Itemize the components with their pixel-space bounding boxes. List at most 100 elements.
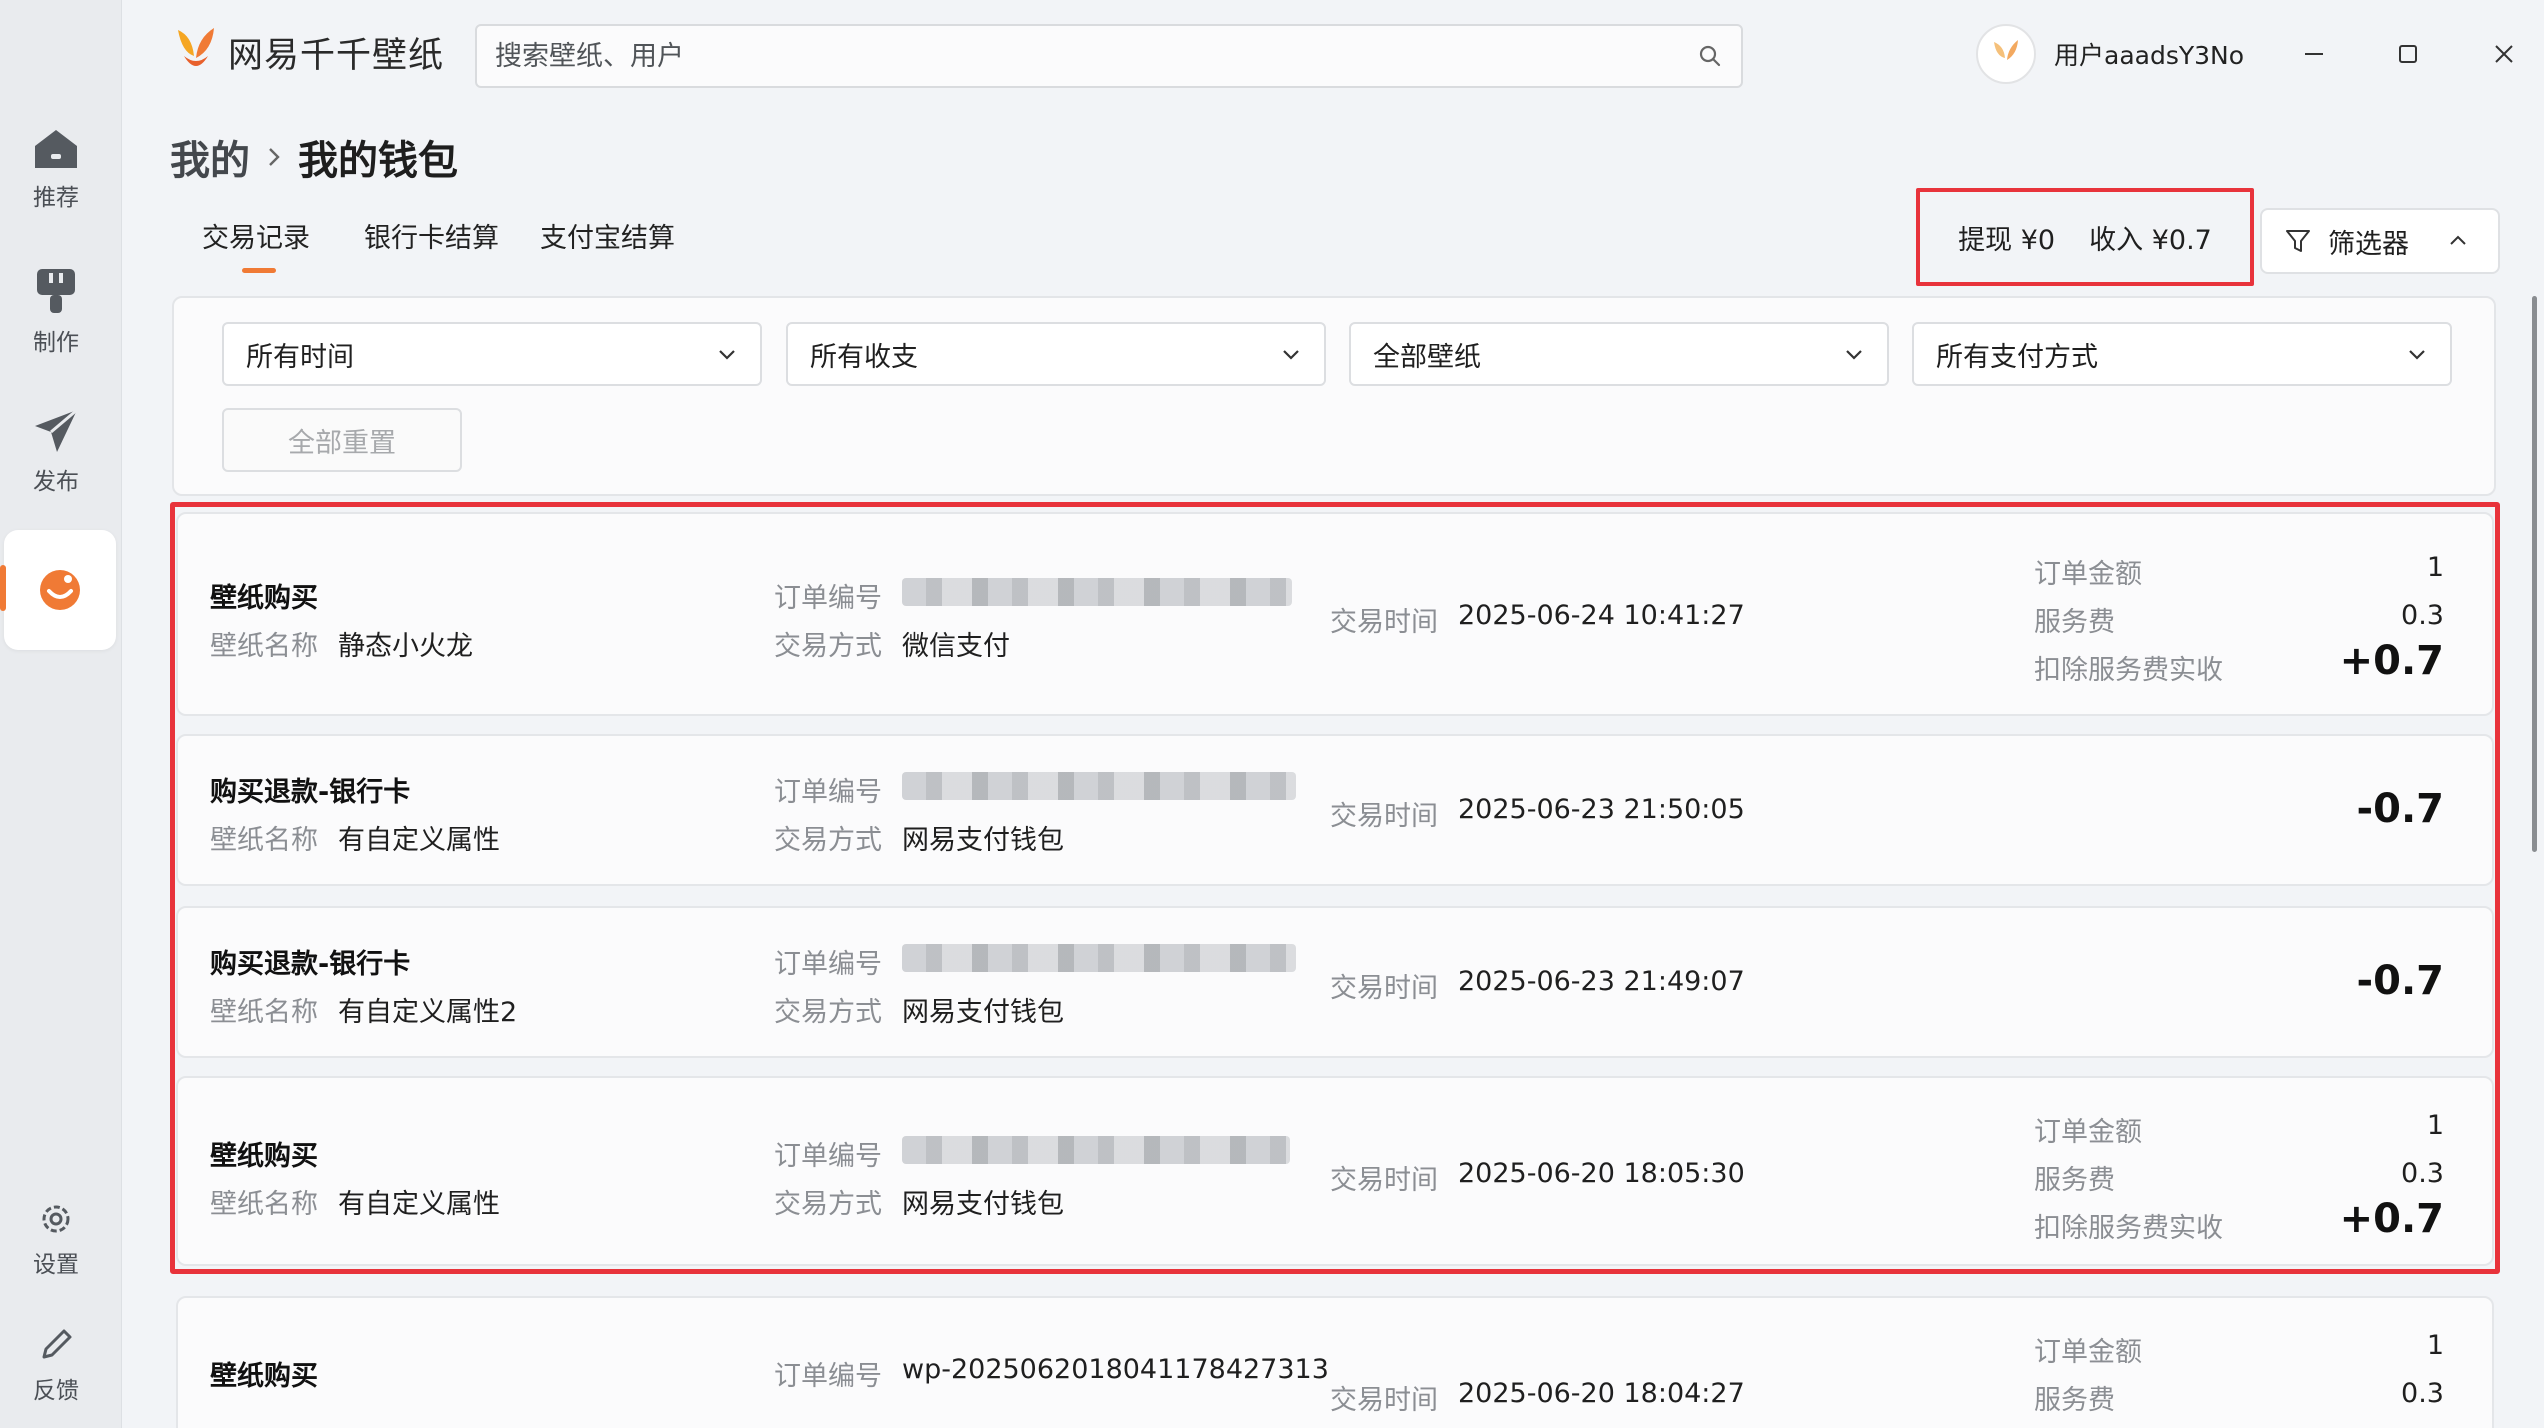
- wallpaper-name: 静态小火龙: [338, 631, 473, 662]
- wallpaper-name-label: 壁纸名称: [210, 997, 318, 1028]
- service-fee: 0.3: [2401, 600, 2444, 631]
- order-no-label: 订单编号: [774, 1361, 882, 1392]
- close-icon: [2495, 45, 2513, 63]
- tab-label: 交易记录: [202, 223, 310, 254]
- pay-method: 网易支付钱包: [902, 1189, 1064, 1220]
- pay-method-label: 交易方式: [774, 631, 882, 662]
- reset-all-button[interactable]: 全部重置: [222, 408, 462, 472]
- sidebar-item-publish[interactable]: 发布: [0, 392, 112, 512]
- tab-label: 银行卡结算: [364, 223, 499, 254]
- transaction-type: 壁纸购买: [210, 583, 318, 614]
- tab-bank-settlement[interactable]: 银行卡结算: [364, 216, 540, 273]
- send-icon: [35, 408, 78, 452]
- order-amount: 1: [2426, 1110, 2444, 1141]
- left-sidebar: 推荐 制作 发布 设置 反馈: [0, 0, 122, 1428]
- chevron-down-icon: [719, 350, 735, 360]
- wallpaper-name-label: 壁纸名称: [210, 631, 318, 662]
- brush-icon: [37, 269, 75, 313]
- tab-alipay-settlement[interactable]: 支付宝结算: [540, 216, 700, 273]
- chevron-up-icon: [2450, 235, 2466, 245]
- filter-toggle-button[interactable]: 筛选器: [2260, 208, 2500, 274]
- service-fee-label: 服务费: [2034, 1165, 2115, 1196]
- order-no: wp-2025062018041178427313: [902, 1354, 1329, 1385]
- minimize-icon: [2305, 53, 2323, 55]
- app-logo: 网易千千壁纸: [172, 26, 444, 78]
- search-box[interactable]: [475, 24, 1743, 88]
- breadcrumb-parent[interactable]: 我的: [170, 128, 250, 186]
- order-no-label: 订单编号: [774, 777, 882, 808]
- chevron-right-icon: [269, 148, 280, 166]
- sidebar-item-settings[interactable]: 设置: [0, 1180, 112, 1300]
- sidebar-item-recommend[interactable]: 推荐: [0, 110, 112, 230]
- sidebar-item-make[interactable]: 制作: [0, 252, 112, 372]
- select-value: 全部壁纸: [1373, 341, 1481, 373]
- net-amount: -0.7: [2356, 958, 2444, 1004]
- sidebar-item-wallet[interactable]: [4, 530, 116, 650]
- chevron-down-icon: [1283, 350, 1299, 360]
- avatar[interactable]: [1976, 24, 2036, 84]
- page-title: 我的钱包: [298, 138, 458, 184]
- filter-panel: 所有时间 所有收支 全部壁纸 所有支付方式 全部重置: [172, 296, 2496, 496]
- order-amount-label: 订单金额: [2034, 559, 2142, 590]
- user-profile[interactable]: 用户aaadsY3No: [1976, 24, 2244, 84]
- order-amount-label: 订单金额: [2034, 1117, 2142, 1148]
- select-value: 所有时间: [246, 341, 354, 373]
- main-panel: 网易千千壁纸 用户aaadsY3No 我的 我的钱包 交易记录: [122, 0, 2544, 1428]
- wallet-icon: [40, 570, 80, 610]
- order-amount-label: 订单金额: [2034, 1337, 2142, 1368]
- wallpaper-name-label: 壁纸名称: [210, 1189, 318, 1220]
- transaction-card[interactable]: 壁纸购买 壁纸名称 静态小火龙 订单编号 交易方式 微信支付 交易时间 2025…: [176, 512, 2494, 716]
- pay-method-label: 交易方式: [774, 825, 882, 856]
- trade-time-label: 交易时间: [1330, 1165, 1438, 1196]
- pay-method: 网易支付钱包: [902, 825, 1064, 856]
- transaction-card[interactable]: 购买退款-银行卡 壁纸名称 有自定义属性2 订单编号 交易方式 网易支付钱包 交…: [176, 906, 2494, 1058]
- pay-method: 微信支付: [902, 631, 1010, 662]
- search-input[interactable]: [495, 40, 1697, 72]
- breadcrumb: 我的 我的钱包: [170, 128, 458, 186]
- chevron-down-icon: [2409, 350, 2425, 360]
- trade-time-label: 交易时间: [1330, 607, 1438, 638]
- service-fee-label: 服务费: [2034, 607, 2115, 638]
- transaction-card[interactable]: 购买退款-银行卡 壁纸名称 有自定义属性 订单编号 交易方式 网易支付钱包 交易…: [176, 734, 2494, 886]
- payment-filter-select[interactable]: 所有支付方式: [1912, 322, 2452, 386]
- income-total: 收入 ¥0.7: [2089, 224, 2212, 256]
- pay-method: 网易支付钱包: [902, 997, 1064, 1028]
- filter-icon: [2286, 230, 2310, 252]
- transaction-card[interactable]: 壁纸购买 订单编号 wp-2025062018041178427313 交易时间…: [176, 1296, 2494, 1428]
- trade-time: 2025-06-23 21:50:05: [1458, 794, 1745, 825]
- net-amount-label: 扣除服务费实收: [2034, 1213, 2223, 1244]
- order-no-label: 订单编号: [774, 583, 882, 614]
- order-no-blurred: [902, 1136, 1290, 1164]
- transaction-type: 壁纸购买: [210, 1361, 318, 1392]
- transaction-card[interactable]: 壁纸购买 壁纸名称 有自定义属性 订单编号 交易方式 网易支付钱包 交易时间 2…: [176, 1076, 2494, 1266]
- trade-time: 2025-06-20 18:04:27: [1458, 1378, 1745, 1409]
- tab-bar: 交易记录 银行卡结算 支付宝结算: [202, 216, 700, 273]
- sidebar-item-label: 设置: [33, 1252, 79, 1278]
- sidebar-item-label: 推荐: [33, 185, 79, 211]
- scrollbar[interactable]: [2532, 296, 2537, 852]
- user-name: 用户aaadsY3No: [2054, 41, 2245, 70]
- sidebar-item-label: 发布: [33, 469, 79, 495]
- sidebar-item-feedback[interactable]: 反馈: [0, 1306, 112, 1426]
- wallet-summary: 提现 ¥0 收入 ¥0.7: [1916, 188, 2254, 286]
- maximize-icon: [2399, 45, 2417, 63]
- search-icon[interactable]: [1697, 43, 1723, 69]
- withdraw-total: 提现 ¥0: [1958, 224, 2056, 256]
- home-icon: [35, 130, 77, 168]
- trade-time: 2025-06-23 21:49:07: [1458, 966, 1745, 997]
- tab-transactions[interactable]: 交易记录: [202, 216, 364, 273]
- filter-button-label: 筛选器: [2328, 228, 2409, 260]
- sidebar-item-label: 反馈: [33, 1378, 79, 1404]
- maximize-button[interactable]: [2378, 26, 2438, 82]
- close-button[interactable]: [2474, 26, 2534, 82]
- flow-filter-select[interactable]: 所有收支: [786, 322, 1326, 386]
- pay-method-label: 交易方式: [774, 997, 882, 1028]
- minimize-button[interactable]: [2284, 26, 2344, 82]
- wallpaper-filter-select[interactable]: 全部壁纸: [1349, 322, 1889, 386]
- transaction-type: 购买退款-银行卡: [210, 949, 411, 980]
- time-filter-select[interactable]: 所有时间: [222, 322, 762, 386]
- trade-time: 2025-06-24 10:41:27: [1458, 600, 1745, 631]
- pay-method-label: 交易方式: [774, 1189, 882, 1220]
- app-name: 网易千千壁纸: [228, 35, 445, 76]
- wallpaper-name: 有自定义属性: [338, 825, 500, 856]
